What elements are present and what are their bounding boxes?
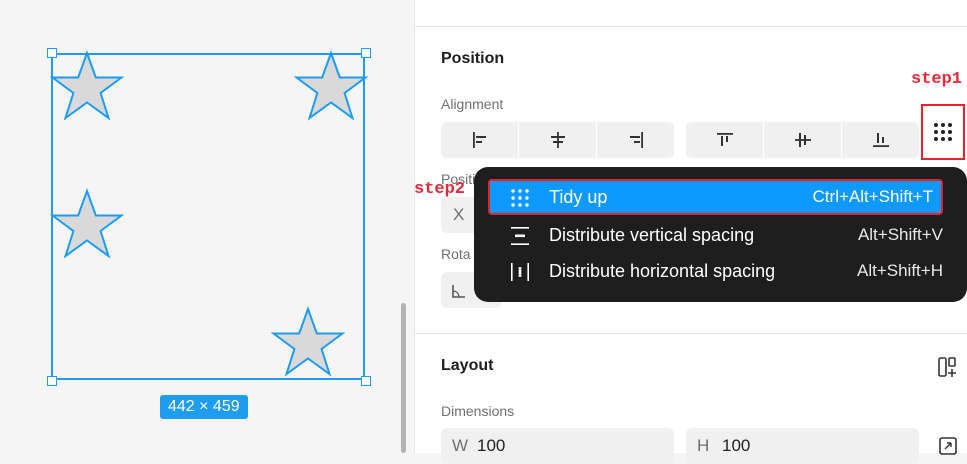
distribute-horizontal-icon <box>511 263 529 281</box>
star-shape[interactable] <box>50 50 124 122</box>
align-left-button[interactable] <box>441 122 519 158</box>
star-shape[interactable] <box>271 306 345 378</box>
menu-item-tidy-up[interactable]: Tidy up Ctrl+Alt+Shift+T <box>488 179 943 215</box>
menu-item-label: Distribute horizontal spacing <box>549 261 776 281</box>
menu-item-label: Tidy up <box>549 187 608 207</box>
align-vertical-center-button[interactable] <box>764 122 842 158</box>
resize-handle-bottom-right[interactable] <box>361 376 371 386</box>
alignment-options-menu: Tidy up Ctrl+Alt+Shift+T Distribute vert… <box>474 167 967 302</box>
align-top-icon <box>716 133 733 146</box>
align-vertical-center-icon <box>794 133 811 147</box>
panel-divider <box>415 26 967 27</box>
align-horizontal-center-icon <box>550 132 565 148</box>
angle-icon <box>452 285 465 298</box>
layout-section-title: Layout <box>441 357 494 374</box>
width-field-label: W <box>452 436 469 455</box>
star-shape[interactable] <box>294 50 368 122</box>
width-value: 100 <box>477 436 506 455</box>
canvas-scrollbar[interactable] <box>401 303 406 453</box>
menu-item-distribute-horizontal[interactable]: Distribute horizontal spacing Alt+Shift+… <box>488 253 943 289</box>
panel-divider <box>415 333 967 334</box>
width-field[interactable]: W 100 <box>441 428 674 464</box>
x-field-label: X <box>453 205 465 224</box>
size-badge: 442 × 459 <box>160 395 248 419</box>
align-left-icon <box>472 132 486 148</box>
design-canvas[interactable]: 442 × 459 <box>0 0 414 453</box>
constrain-proportions-button[interactable] <box>938 436 958 455</box>
menu-item-shortcut: Ctrl+Alt+Shift+T <box>812 187 933 206</box>
rotation-label: Rota <box>441 246 471 262</box>
resize-handle-bottom-left[interactable] <box>47 376 57 386</box>
height-field-label: H <box>697 436 710 455</box>
menu-item-shortcut: Alt+Shift+V <box>857 225 943 244</box>
align-bottom-icon <box>872 133 889 147</box>
auto-layout-button[interactable] <box>937 356 961 378</box>
align-right-icon <box>629 132 643 148</box>
resize-icon <box>939 437 957 455</box>
menu-item-label: Distribute vertical spacing <box>549 225 755 245</box>
step1-annotation: step1 <box>911 70 963 89</box>
align-right-button[interactable] <box>597 122 674 158</box>
step2-annotation: step2 <box>414 180 466 199</box>
distribute-vertical-icon <box>511 227 529 245</box>
align-bottom-button[interactable] <box>842 122 919 158</box>
vertical-align-group <box>686 122 919 158</box>
alignment-label: Alignment <box>441 96 504 112</box>
more-grid-icon <box>934 123 952 141</box>
align-horizontal-center-button[interactable] <box>519 122 597 158</box>
position-section-title: Position <box>441 50 505 67</box>
tidy-grid-icon <box>511 189 529 207</box>
menu-item-distribute-vertical[interactable]: Distribute vertical spacing Alt+Shift+V <box>488 217 943 253</box>
menu-item-shortcut: Alt+Shift+H <box>857 261 943 280</box>
horizontal-align-group <box>441 122 674 158</box>
height-value: 100 <box>722 436 751 455</box>
align-top-button[interactable] <box>686 122 764 158</box>
dimensions-label: Dimensions <box>441 403 515 419</box>
more-alignment-options-button[interactable] <box>921 104 965 160</box>
auto-layout-add-icon <box>938 357 956 377</box>
star-shape[interactable] <box>50 188 124 260</box>
height-field[interactable]: H 100 <box>686 428 919 464</box>
